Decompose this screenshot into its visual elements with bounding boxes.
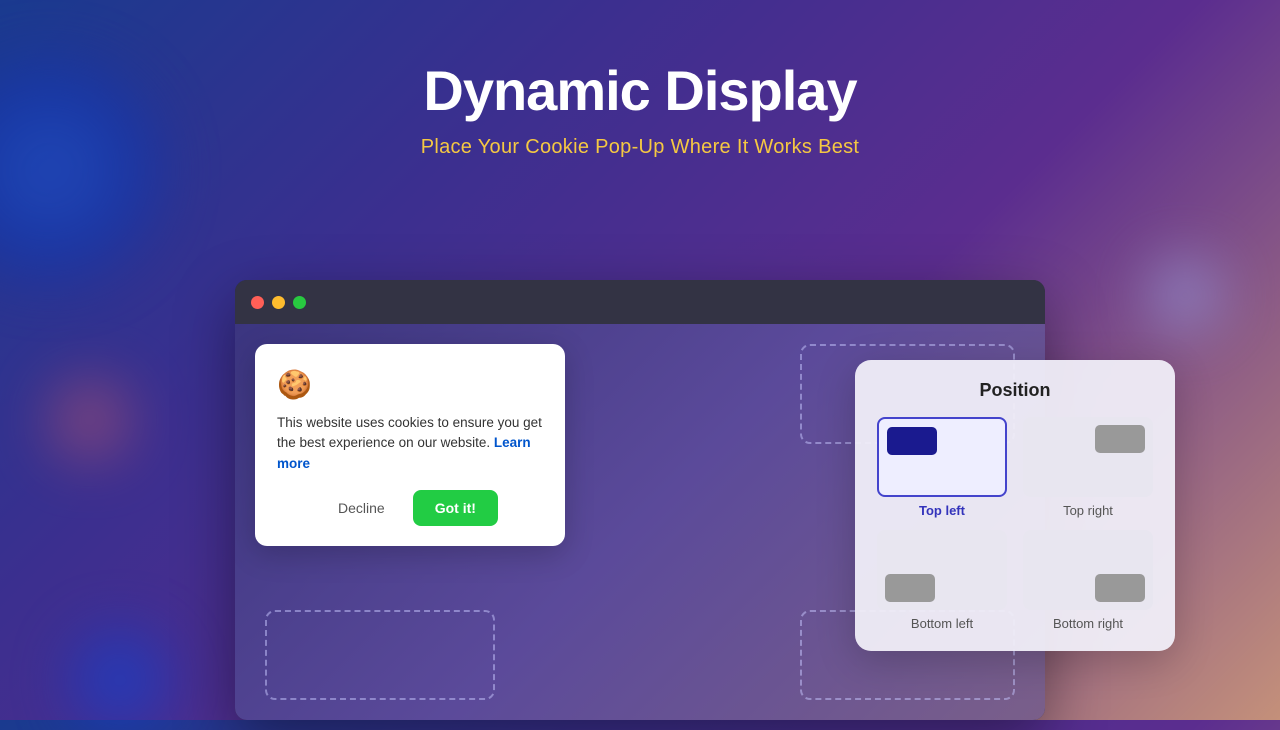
- browser-dot-green: [293, 296, 306, 309]
- position-indicator-top-right: [1095, 425, 1145, 453]
- position-label-top-left: Top left: [919, 503, 965, 518]
- cookie-popup: 🍪 This website uses cookies to ensure yo…: [255, 344, 565, 546]
- position-indicator-bottom-right: [1095, 574, 1145, 602]
- placeholder-bottom-left: [265, 610, 495, 700]
- blob-purple-right: [1150, 260, 1220, 330]
- header: Dynamic Display Place Your Cookie Pop-Up…: [0, 0, 1280, 159]
- cookie-text: This website uses cookies to ensure you …: [277, 413, 543, 474]
- position-grid: Top left Top right Bottom left Bottom ri…: [875, 417, 1155, 631]
- decline-button[interactable]: Decline: [322, 492, 401, 524]
- position-indicator-bottom-left: [885, 574, 935, 602]
- page-subtitle: Place Your Cookie Pop-Up Where It Works …: [0, 136, 1280, 159]
- page-title: Dynamic Display: [0, 60, 1280, 122]
- browser-dot-yellow: [272, 296, 285, 309]
- blob-pink-left: [50, 380, 130, 460]
- position-preview-bottom-right: [1023, 530, 1153, 610]
- position-label-bottom-right: Bottom right: [1053, 616, 1123, 631]
- position-preview-top-right: [1023, 417, 1153, 497]
- cookie-buttons: Decline Got it!: [277, 490, 543, 526]
- position-panel: Position Top left Top right Bottom left: [855, 360, 1175, 651]
- browser-bar: [235, 280, 1045, 324]
- accept-button[interactable]: Got it!: [413, 490, 498, 526]
- position-panel-title: Position: [875, 380, 1155, 401]
- position-label-bottom-left: Bottom left: [911, 616, 973, 631]
- position-indicator-top-left: [887, 427, 937, 455]
- position-option-bottom-right[interactable]: Bottom right: [1021, 530, 1155, 631]
- position-label-top-right: Top right: [1063, 503, 1113, 518]
- blob-blue-bottom-left: [70, 630, 170, 730]
- position-preview-bottom-left: [877, 530, 1007, 610]
- position-option-top-right[interactable]: Top right: [1021, 417, 1155, 518]
- browser-dot-red: [251, 296, 264, 309]
- position-option-bottom-left[interactable]: Bottom left: [875, 530, 1009, 631]
- position-option-top-left[interactable]: Top left: [875, 417, 1009, 518]
- position-preview-top-left: [877, 417, 1007, 497]
- cookie-icon: 🍪: [277, 368, 543, 401]
